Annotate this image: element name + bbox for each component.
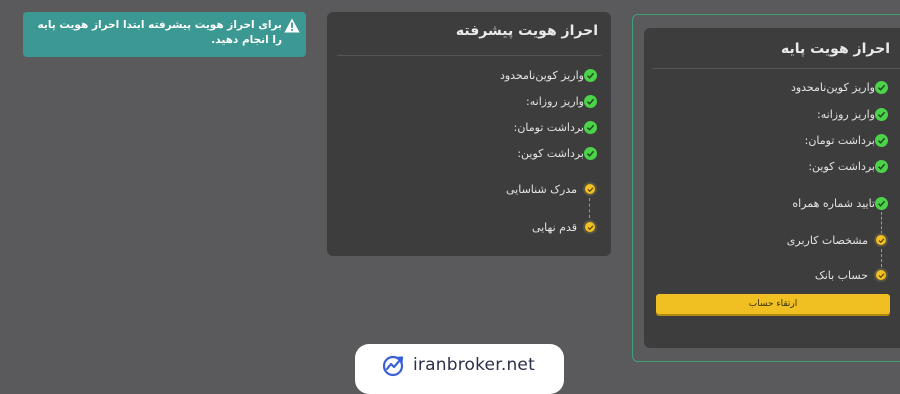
upgrade-account-button[interactable]: ارتقاء حساب (656, 294, 890, 314)
pending-step-icon (874, 233, 888, 247)
advanced-card-title: احراز هویت پیشرفته (455, 23, 598, 39)
check-icon (584, 94, 597, 108)
warning-icon (284, 18, 300, 33)
pending-step-icon (583, 220, 597, 234)
check-icon (875, 133, 888, 147)
check-icon (875, 159, 888, 173)
trend-logo-icon (382, 355, 404, 377)
basic-check-label: برداشت کوین: (808, 159, 875, 173)
basic-step-item: حساب بانک (815, 266, 888, 284)
advanced-check-label: واریز روزانه: (526, 94, 584, 108)
advanced-step-item: قدم نهایی (532, 218, 597, 236)
advanced-step-label: مدرک شناسایی (505, 182, 577, 196)
pending-step-icon (874, 268, 888, 282)
basic-verification-card: احراز هویت پایه واریز کوین‌نامحدود واریز… (644, 28, 900, 348)
advanced-check-item: برداشت تومان: (514, 118, 597, 136)
basic-step-label: حساب بانک (814, 268, 868, 282)
advanced-check-item: واریز روزانه: (526, 92, 597, 110)
basic-card-title: احراز هویت پایه (780, 41, 890, 57)
advanced-card-divider (337, 55, 601, 56)
check-icon (584, 68, 597, 82)
advanced-check-item: واریز کوین‌نامحدود (500, 66, 597, 84)
basic-check-item: واریز روزانه: (817, 105, 888, 123)
basic-step-item: تایید شماره همراه (792, 194, 888, 212)
basic-check-item: واریز کوین‌نامحدود (791, 78, 888, 96)
basic-card-divider (652, 68, 900, 69)
basic-step-label: تایید شماره همراه (792, 196, 875, 210)
step-connector (589, 198, 590, 218)
brand-badge: iranbroker.net (355, 344, 564, 394)
brand-text: iranbroker.net (413, 355, 535, 375)
advanced-step-item: مدرک شناسایی (506, 180, 597, 198)
check-icon (875, 80, 888, 94)
basic-step-item: مشخصات کاربری (787, 231, 888, 249)
basic-step-label: مشخصات کاربری (786, 233, 868, 247)
alert-text: برای احراز هویت پیشرفته ابتدا احراز هویت… (37, 19, 282, 46)
step-connector (881, 249, 882, 267)
basic-check-label: واریز کوین‌نامحدود (790, 80, 875, 94)
check-icon (875, 107, 888, 121)
pending-step-icon (583, 182, 597, 196)
basic-check-item: برداشت کوین: (808, 157, 888, 175)
check-icon (584, 146, 597, 160)
basic-check-item: برداشت تومان: (805, 131, 888, 149)
advanced-check-label: برداشت تومان: (513, 120, 584, 134)
advanced-check-item: برداشت کوین: (517, 144, 597, 162)
basic-check-label: واریز روزانه: (817, 107, 875, 121)
advanced-check-label: واریز کوین‌نامحدود (499, 68, 584, 82)
advanced-step-label: قدم نهایی (531, 220, 577, 234)
check-icon (875, 196, 888, 210)
advanced-check-label: برداشت کوین: (517, 146, 584, 160)
advanced-verification-alert: برای احراز هویت پیشرفته ابتدا احراز هویت… (23, 12, 306, 57)
check-icon (584, 120, 597, 134)
basic-check-label: برداشت تومان: (804, 133, 875, 147)
advanced-verification-card: احراز هویت پیشرفته واریز کوین‌نامحدود وا… (327, 12, 611, 256)
